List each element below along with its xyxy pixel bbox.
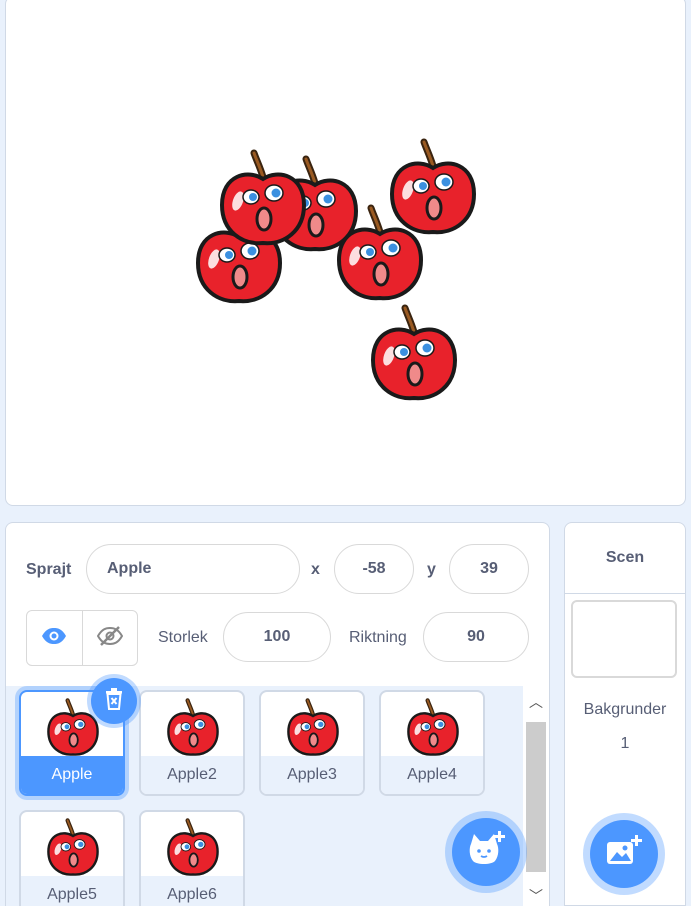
sprite-label: Sprajt xyxy=(26,561,72,578)
image-add-icon xyxy=(604,834,644,875)
hide-sprite-button[interactable] xyxy=(81,611,138,665)
sprite-tile-apple6[interactable]: Apple6 xyxy=(139,810,245,906)
y-label: y xyxy=(427,561,436,578)
eye-slash-icon xyxy=(96,625,123,652)
scroll-down-icon[interactable]: ﹀ xyxy=(529,886,543,906)
sprite-thumbnail xyxy=(285,698,341,758)
sprite-tile-label: Apple5 xyxy=(21,876,123,906)
sprite-tile-label: Apple2 xyxy=(141,756,243,794)
backdrop-thumbnail[interactable] xyxy=(571,600,677,678)
scene-title: Scen xyxy=(565,523,685,594)
direction-input[interactable]: 90 xyxy=(423,612,529,662)
sprite-tile-label: Apple3 xyxy=(261,756,363,794)
scrollbar-thumb[interactable] xyxy=(526,722,546,872)
choose-sprite-button[interactable] xyxy=(452,818,520,886)
stage-sprite-apple[interactable] xyxy=(217,149,309,249)
x-label: x xyxy=(311,561,320,578)
stage-sprite-apple5[interactable] xyxy=(334,204,426,304)
sprite-tile-label: Apple6 xyxy=(141,876,243,906)
size-input[interactable]: 100 xyxy=(223,612,331,662)
sprite-thumbnail xyxy=(165,818,221,878)
delete-sprite-button[interactable] xyxy=(91,678,137,724)
stage-sprite-apple6[interactable] xyxy=(368,304,460,404)
eye-icon xyxy=(41,627,67,650)
trash-icon xyxy=(103,687,125,716)
backdrops-label: Bakgrunder xyxy=(583,701,667,718)
choose-backdrop-button[interactable] xyxy=(590,820,658,888)
sprite-tile-label: Apple4 xyxy=(381,756,483,794)
sprite-tile-apple2[interactable]: Apple2 xyxy=(139,690,245,796)
direction-label: Riktning xyxy=(349,629,407,646)
size-label: Storlek xyxy=(158,629,208,646)
sprite-thumbnail xyxy=(45,818,101,878)
sprite-name-input[interactable]: Apple xyxy=(86,544,300,594)
visibility-toggle xyxy=(26,610,138,666)
scroll-up-icon[interactable]: ︿ xyxy=(529,692,543,712)
sprite-tile-apple3[interactable]: Apple3 xyxy=(259,690,365,796)
sprite-tile-apple5[interactable]: Apple5 xyxy=(19,810,125,906)
show-sprite-button[interactable] xyxy=(27,611,82,665)
stage[interactable] xyxy=(5,0,686,506)
sprite-tile-apple4[interactable]: Apple4 xyxy=(379,690,485,796)
cat-add-icon xyxy=(465,830,507,875)
backdrops-count: 1 xyxy=(620,735,630,752)
sprite-info-panel: Sprajt Apple x -58 y 39 Storlek 100 Rikt… xyxy=(5,522,550,687)
y-input[interactable]: 39 xyxy=(449,544,529,594)
sprite-thumbnail xyxy=(405,698,461,758)
sprite-tile-label: Apple xyxy=(21,756,123,794)
sprite-list-scrollbar[interactable]: ︿ ﹀ xyxy=(523,686,549,906)
sprite-thumbnail xyxy=(165,698,221,758)
x-input[interactable]: -58 xyxy=(334,544,414,594)
